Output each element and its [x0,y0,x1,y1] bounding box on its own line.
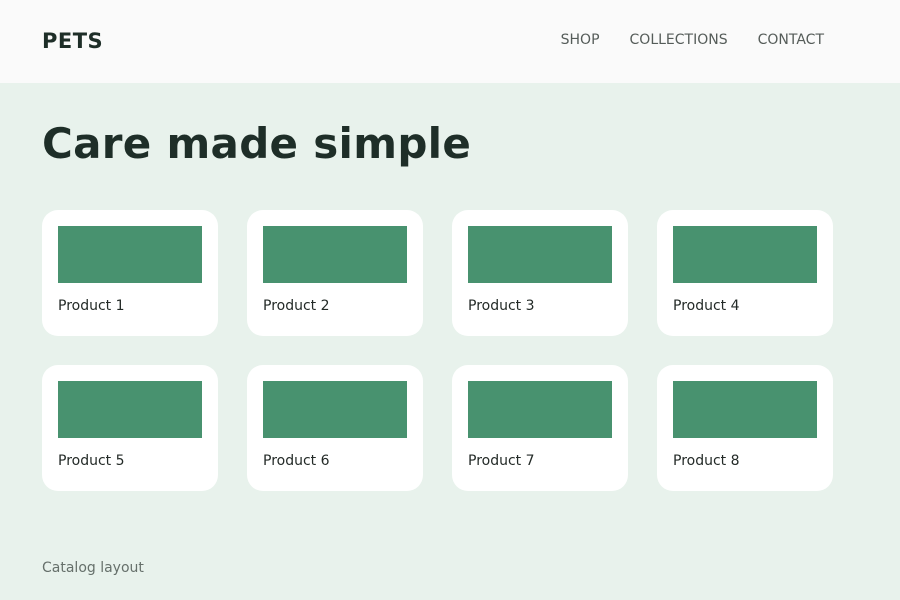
product-image [673,381,817,438]
nav-link-shop[interactable]: SHOP [561,32,600,48]
product-image [263,226,407,283]
footer-caption: Catalog layout [42,560,144,576]
main-nav: SHOP COLLECTIONS CONTACT [561,32,824,48]
product-name: Product 6 [263,453,330,469]
product-image [468,226,612,283]
product-name: Product 3 [468,298,535,314]
product-name: Product 4 [673,298,740,314]
product-name: Product 2 [263,298,330,314]
product-card[interactable]: Product 7 [452,365,628,491]
product-name: Product 8 [673,453,740,469]
nav-link-collections[interactable]: COLLECTIONS [630,32,728,48]
product-image [468,381,612,438]
product-card[interactable]: Product 4 [657,210,833,336]
product-card[interactable]: Product 1 [42,210,218,336]
product-card[interactable]: Product 6 [247,365,423,491]
product-name: Product 1 [58,298,125,314]
product-grid: Product 1 Product 2 Product 3 Product 4 … [42,210,833,491]
product-card[interactable]: Product 2 [247,210,423,336]
product-card[interactable]: Product 8 [657,365,833,491]
site-header: PETS SHOP COLLECTIONS CONTACT [0,0,900,83]
hero-title: Care made simple [42,119,472,168]
product-name: Product 5 [58,453,125,469]
product-image [58,381,202,438]
product-card[interactable]: Product 3 [452,210,628,336]
product-image [673,226,817,283]
product-card[interactable]: Product 5 [42,365,218,491]
product-name: Product 7 [468,453,535,469]
product-image [58,226,202,283]
product-image [263,381,407,438]
nav-link-contact[interactable]: CONTACT [758,32,824,48]
brand-logo[interactable]: PETS [42,29,103,53]
